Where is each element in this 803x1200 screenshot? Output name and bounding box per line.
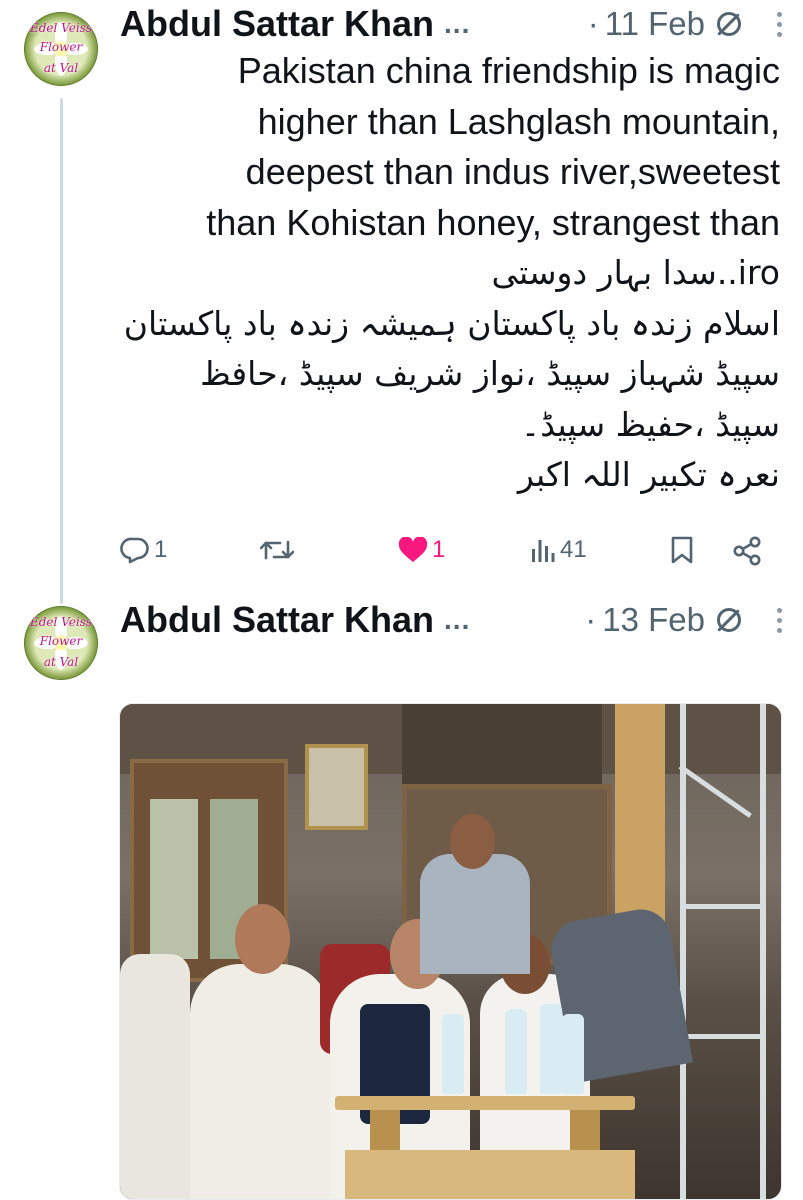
- more-icon[interactable]: [777, 11, 783, 37]
- name-ellipsis: ...: [444, 8, 471, 39]
- avatar-text-line-1: Edel Veiss: [29, 21, 92, 35]
- separator-dot: ·: [585, 601, 597, 638]
- repost-icon: [260, 540, 294, 560]
- tweet-meta: · 11 Feb: [588, 5, 741, 43]
- avatar-text-line-2: Flower: [39, 40, 83, 54]
- repost-button[interactable]: [260, 536, 298, 564]
- name-ellipsis: ...: [444, 604, 471, 635]
- bookmark-button[interactable]: [670, 536, 694, 564]
- share-button[interactable]: [732, 536, 762, 566]
- like-count: 1: [432, 536, 446, 563]
- bookmark-icon: [671, 536, 693, 564]
- tweet-text-line: نعرہ تکبیر اللہ اکبر: [517, 455, 780, 494]
- avatar-text-line-3: at Val: [43, 61, 79, 75]
- views-icon: [532, 540, 555, 562]
- author-name[interactable]: Abdul Sattar Khan: [120, 3, 434, 45]
- tweet-header: Abdul Sattar Khan ... · 13 Feb: [120, 598, 783, 642]
- tweet-text-line: اسلام زندہ باد پاکستان ہمیشہ زندہ باد پا…: [123, 303, 780, 343]
- views-count: 41: [560, 536, 587, 563]
- tweet-text-line: higher than Lashglash mountain,: [257, 100, 780, 142]
- tweet-text-line: iro..سدا بہار دوستی: [491, 253, 780, 292]
- like-button[interactable]: 1: [398, 536, 445, 564]
- tweet-text-line: Pakistan china friendship is magic: [237, 50, 780, 91]
- tweet-header: Abdul Sattar Khan ... · 11 Feb: [120, 2, 783, 46]
- separator-dot: ·: [587, 5, 599, 42]
- circle-slash-icon: [717, 12, 741, 36]
- like-icon: [398, 537, 428, 562]
- tweet-text-line: deepest than indus river,sweetest: [245, 151, 780, 192]
- reply-icon: [120, 537, 149, 564]
- views-button[interactable]: 41: [530, 536, 587, 564]
- thread-line: [60, 98, 63, 604]
- tweet-text-line: سپیڈ ،حفیظ سپیڈ۔: [520, 404, 780, 444]
- author-name[interactable]: Abdul Sattar Khan: [120, 599, 434, 641]
- share-icon: [733, 536, 761, 566]
- reply-button[interactable]: 1: [120, 536, 167, 564]
- more-icon[interactable]: [777, 607, 783, 633]
- tweet-meta: · 13 Feb: [585, 601, 741, 639]
- tweet-date[interactable]: 13 Feb: [602, 601, 705, 639]
- avatar[interactable]: Edel Veiss Flower at Val: [24, 606, 98, 680]
- action-bar: 1 1 41: [120, 531, 780, 571]
- tweet-text: Pakistan china friendship is magic highe…: [120, 46, 780, 501]
- avatar-text-line-2: Flower: [39, 634, 83, 648]
- avatar-text-line-1: Edel Veiss: [29, 615, 92, 629]
- reply-count: 1: [154, 536, 168, 563]
- avatar[interactable]: Edel Veiss Flower at Val: [24, 12, 98, 86]
- tweet-text-line: than Kohistan honey, strangest than: [206, 201, 780, 243]
- tweet-text-line: سپیڈ شہباز سپیڈ ،نواز شریف سپیڈ ،حافظ: [200, 354, 780, 393]
- tweet-photo[interactable]: [119, 703, 782, 1200]
- circle-slash-icon: [717, 608, 741, 632]
- tweet-date[interactable]: 11 Feb: [605, 5, 705, 43]
- avatar-text-line-3: at Val: [43, 655, 79, 669]
